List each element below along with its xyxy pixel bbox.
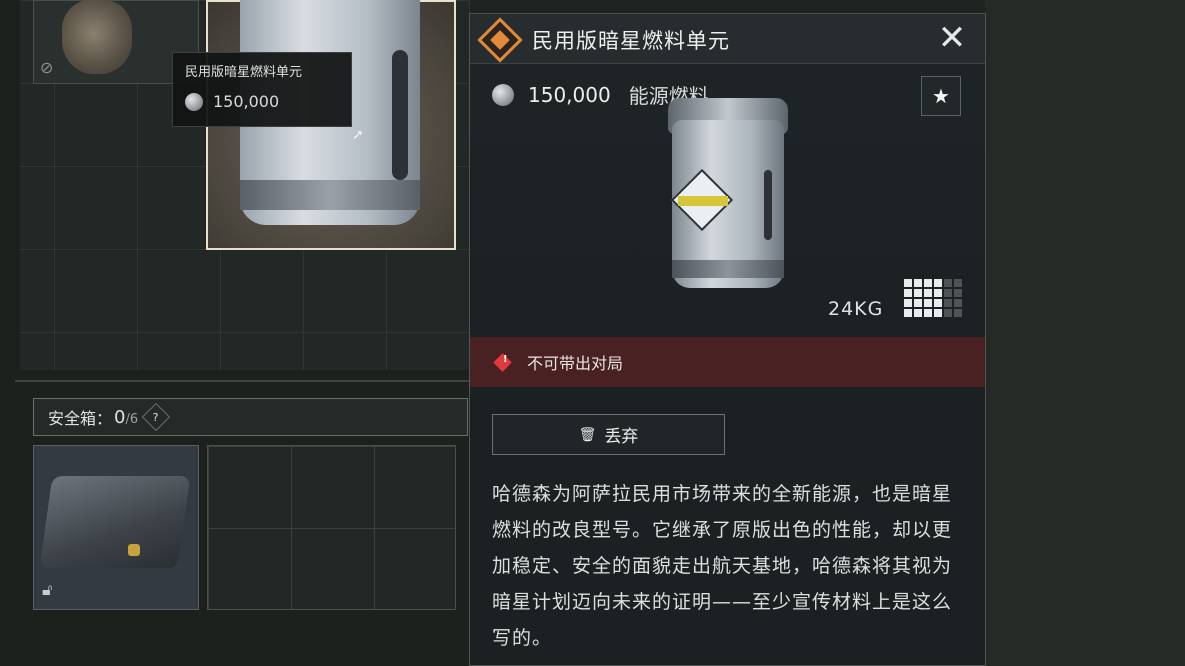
size-grid-cell [934, 289, 942, 297]
size-grid-cell [904, 309, 912, 317]
close-icon[interactable]: ✕ [932, 20, 972, 58]
size-grid-cell [904, 279, 912, 287]
warning-text: 不可带出对局 [527, 354, 624, 373]
tooltip-price-value: 150,000 [213, 92, 280, 111]
item-description: 哈德森为阿萨拉民用市场带来的全新能源，也是暗星燃料的改良型号。它继承了原版出色的… [492, 483, 953, 649]
tooltip-price: 150,000 [185, 92, 339, 111]
trash-icon: 🗑︎ [578, 426, 597, 443]
safe-box-label: 安全箱： [48, 409, 113, 428]
size-grid-cell [904, 299, 912, 307]
size-grid-cell [944, 289, 952, 297]
section-divider [15, 380, 470, 382]
size-grid-cell [914, 289, 922, 297]
safe-box-count: 0/6 [114, 407, 138, 428]
detail-price: 150,000 [528, 82, 611, 107]
no-swap-icon: ⊘ [40, 58, 54, 77]
discard-label: 丢弃 [604, 427, 639, 447]
right-background [985, 0, 1185, 666]
size-grid-cell [954, 289, 962, 297]
case-latch [128, 544, 140, 556]
discard-button[interactable]: 🗑︎ 丢弃 [492, 414, 725, 455]
size-grid-cell [914, 299, 922, 307]
size-grid-cell [954, 299, 962, 307]
warning-bar: 不可带出对局 [470, 337, 985, 387]
cursor-icon: ➚ [352, 127, 364, 143]
size-grid-cell [924, 309, 932, 317]
detail-title: 民用版暗星燃料单元 [532, 29, 730, 53]
background-decoration [480, 238, 580, 298]
size-grid-cell [934, 279, 942, 287]
size-grid-cell [954, 279, 962, 287]
item-size-grid [904, 279, 964, 318]
size-grid-cell [934, 299, 942, 307]
size-grid-cell [914, 279, 922, 287]
coin-icon [492, 83, 514, 106]
size-grid-cell [924, 279, 932, 287]
item-tooltip: 民用版暗星燃料单元 150,000 [172, 52, 352, 127]
vest-item-image [62, 0, 132, 74]
fuel-cell-band [240, 180, 420, 210]
tooltip-item-name: 民用版暗星燃料单元 [185, 65, 303, 80]
size-grid-cell [924, 299, 932, 307]
safe-box-grid[interactable] [207, 445, 456, 610]
size-grid-cell [934, 309, 942, 317]
size-grid-cell [904, 289, 912, 297]
size-grid-cell [944, 279, 952, 287]
caution-stripe [678, 196, 728, 206]
help-icon[interactable]: ? [141, 402, 171, 432]
lock-icon: 🔓︎ [42, 580, 53, 599]
size-grid-cell [944, 309, 952, 317]
warning-icon [493, 352, 512, 372]
background-decoration-2 [895, 146, 965, 156]
size-grid-cell [954, 309, 962, 317]
size-grid-cell [914, 309, 922, 317]
safe-box-case-image [39, 476, 191, 568]
fuel-cell-window [392, 50, 408, 180]
favorite-star-button[interactable]: ★ [921, 76, 961, 116]
safe-box-used: 0 [114, 406, 126, 428]
coin-icon [185, 92, 203, 111]
canister-window [764, 170, 772, 240]
size-grid-cell [944, 299, 952, 307]
canister-band [672, 260, 784, 278]
size-grid-cell [924, 289, 932, 297]
safe-box-header: 安全箱： 0/6 ? [33, 398, 468, 436]
item-weight: 24KG [828, 298, 884, 320]
safe-box-capacity: /6 [125, 411, 139, 427]
